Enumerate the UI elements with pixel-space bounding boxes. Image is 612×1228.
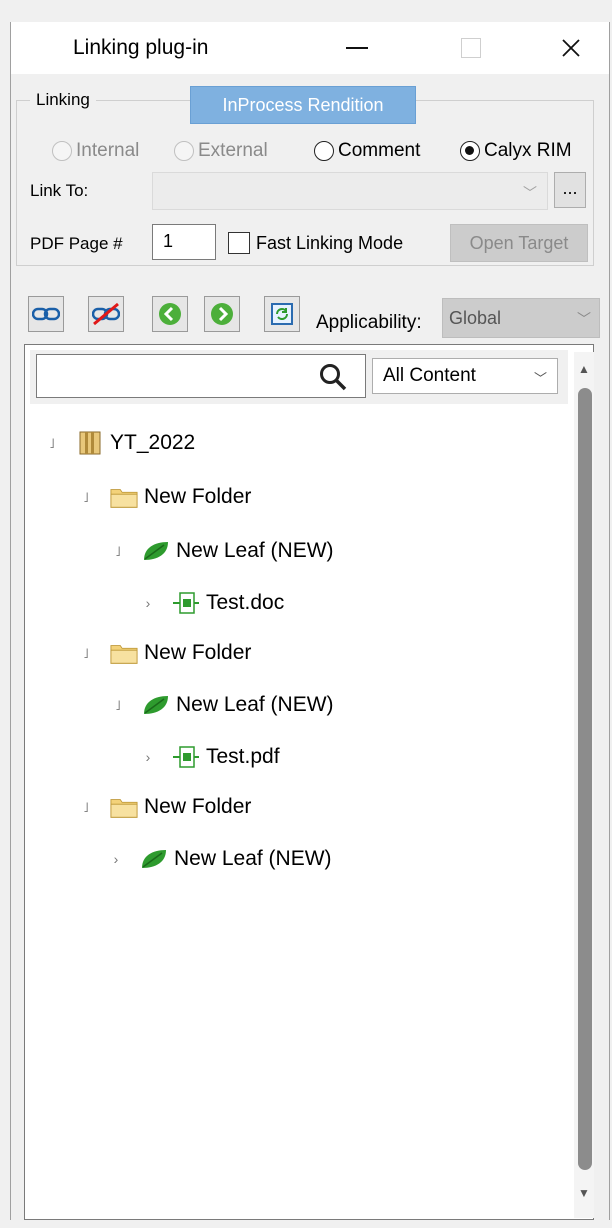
radio-comment-label: Comment	[338, 140, 421, 161]
content-filter-select[interactable]: All Content ﹀	[372, 358, 558, 394]
chevron-right-icon[interactable]: ›	[138, 595, 158, 611]
tree-node[interactable]: ˩ New Folder	[76, 480, 251, 514]
tree-node[interactable]: ˩ YT_2022	[42, 426, 195, 460]
scroll-up-icon[interactable]: ▲	[578, 362, 590, 376]
radio-calyx-rim-circle	[460, 141, 480, 161]
tree-node[interactable]: › Test.doc	[138, 586, 285, 620]
leaf-icon	[142, 538, 170, 564]
screen-top-strip	[0, 0, 612, 22]
chevron-down-icon: ﹀	[533, 371, 547, 386]
tree-node[interactable]: ˩ New Folder	[76, 790, 251, 824]
binder-icon	[76, 430, 104, 456]
refresh-icon	[271, 303, 293, 325]
minimize-button[interactable]	[327, 22, 387, 74]
applicability-value: Global	[449, 308, 502, 328]
forward-arrow-icon	[211, 303, 233, 325]
content-filter-value: All Content	[383, 365, 476, 386]
scroll-thumb[interactable]	[578, 388, 592, 1170]
browse-button[interactable]: ...	[554, 172, 586, 208]
applicability-combobox[interactable]: Global ﹀	[442, 298, 600, 338]
expanded-icon[interactable]: ˩	[76, 489, 96, 505]
chevron-down-icon: ﹀	[577, 311, 591, 327]
tree-node-label: Test.doc	[206, 591, 285, 614]
tree-node-label: New Folder	[144, 641, 252, 664]
radio-internal-label: Internal	[76, 140, 140, 161]
radio-calyx-rim-label: Calyx RIM	[484, 140, 572, 161]
tree-node-label: New Leaf (NEW)	[174, 847, 332, 870]
chevron-down-icon: ﹀	[523, 185, 537, 201]
tree-node-label: New Leaf (NEW)	[176, 693, 334, 716]
tree-node-label: New Leaf (NEW)	[176, 539, 334, 562]
radio-external[interactable]: External	[174, 138, 268, 164]
document-icon	[172, 744, 200, 770]
minimize-icon	[346, 47, 368, 49]
link-to-combobox[interactable]: ﹀	[152, 172, 548, 210]
radio-internal[interactable]: Internal	[52, 138, 139, 164]
tree-node[interactable]: › Test.pdf	[138, 740, 280, 774]
inprocess-rendition-tab[interactable]: InProcess Rendition	[190, 86, 416, 124]
tree-node-label: New Folder	[144, 795, 252, 818]
leaf-icon	[140, 846, 168, 872]
tree-node-label: Test.pdf	[206, 745, 280, 768]
tree-panel	[24, 344, 594, 1220]
radio-comment[interactable]: Comment	[314, 138, 420, 164]
tree-node[interactable]: ˩ New Leaf (NEW)	[108, 688, 334, 722]
maximize-button[interactable]	[441, 22, 501, 74]
chevron-right-icon[interactable]: ›	[106, 851, 126, 867]
fast-linking-checkbox[interactable]	[228, 232, 250, 254]
radio-external-label: External	[198, 140, 268, 161]
scroll-down-icon[interactable]: ▼	[578, 1186, 590, 1200]
tree-node-label: New Folder	[144, 485, 252, 508]
maximize-icon	[461, 38, 481, 58]
folder-icon	[110, 640, 138, 666]
link-button[interactable]	[28, 296, 64, 332]
refresh-button[interactable]	[264, 296, 300, 332]
expanded-icon[interactable]: ˩	[108, 697, 128, 713]
back-button[interactable]	[152, 296, 188, 332]
link-icon	[32, 307, 60, 321]
tree-node-label: YT_2022	[110, 431, 196, 454]
expanded-icon[interactable]: ˩	[76, 799, 96, 815]
tree-node[interactable]: › New Leaf (NEW)	[106, 842, 332, 876]
unlink-button[interactable]	[88, 296, 124, 332]
forward-button[interactable]	[204, 296, 240, 332]
title-bar: Linking plug-in	[11, 22, 609, 74]
pdf-page-input[interactable]: 1	[152, 224, 216, 260]
window-title: Linking plug-in	[73, 36, 209, 59]
search-icon[interactable]	[318, 362, 348, 392]
folder-icon	[110, 794, 138, 820]
pdf-page-label: PDF Page #	[30, 234, 123, 253]
link-to-label: Link To:	[30, 181, 89, 200]
back-arrow-icon	[159, 303, 181, 325]
close-button[interactable]	[541, 22, 601, 74]
expanded-icon[interactable]: ˩	[42, 435, 62, 451]
expanded-icon[interactable]: ˩	[76, 645, 96, 661]
radio-comment-circle	[314, 141, 334, 161]
unlink-icon	[92, 302, 120, 326]
search-input[interactable]	[36, 354, 366, 398]
open-target-button[interactable]: Open Target	[450, 224, 588, 262]
leaf-icon	[142, 692, 170, 718]
tree-node[interactable]: ˩ New Folder	[76, 636, 251, 670]
close-icon	[562, 39, 580, 57]
linking-group-label: Linking	[30, 90, 96, 110]
tree-node[interactable]: ˩ New Leaf (NEW)	[108, 534, 334, 568]
applicability-label: Applicability:	[316, 312, 422, 333]
radio-internal-circle	[52, 141, 72, 161]
chevron-right-icon[interactable]: ›	[138, 749, 158, 765]
fast-linking-label: Fast Linking Mode	[256, 233, 404, 253]
folder-icon	[110, 484, 138, 510]
expanded-icon[interactable]: ˩	[108, 543, 128, 559]
document-icon	[172, 590, 200, 616]
radio-calyx-rim[interactable]: Calyx RIM	[460, 138, 572, 164]
radio-external-circle	[174, 141, 194, 161]
